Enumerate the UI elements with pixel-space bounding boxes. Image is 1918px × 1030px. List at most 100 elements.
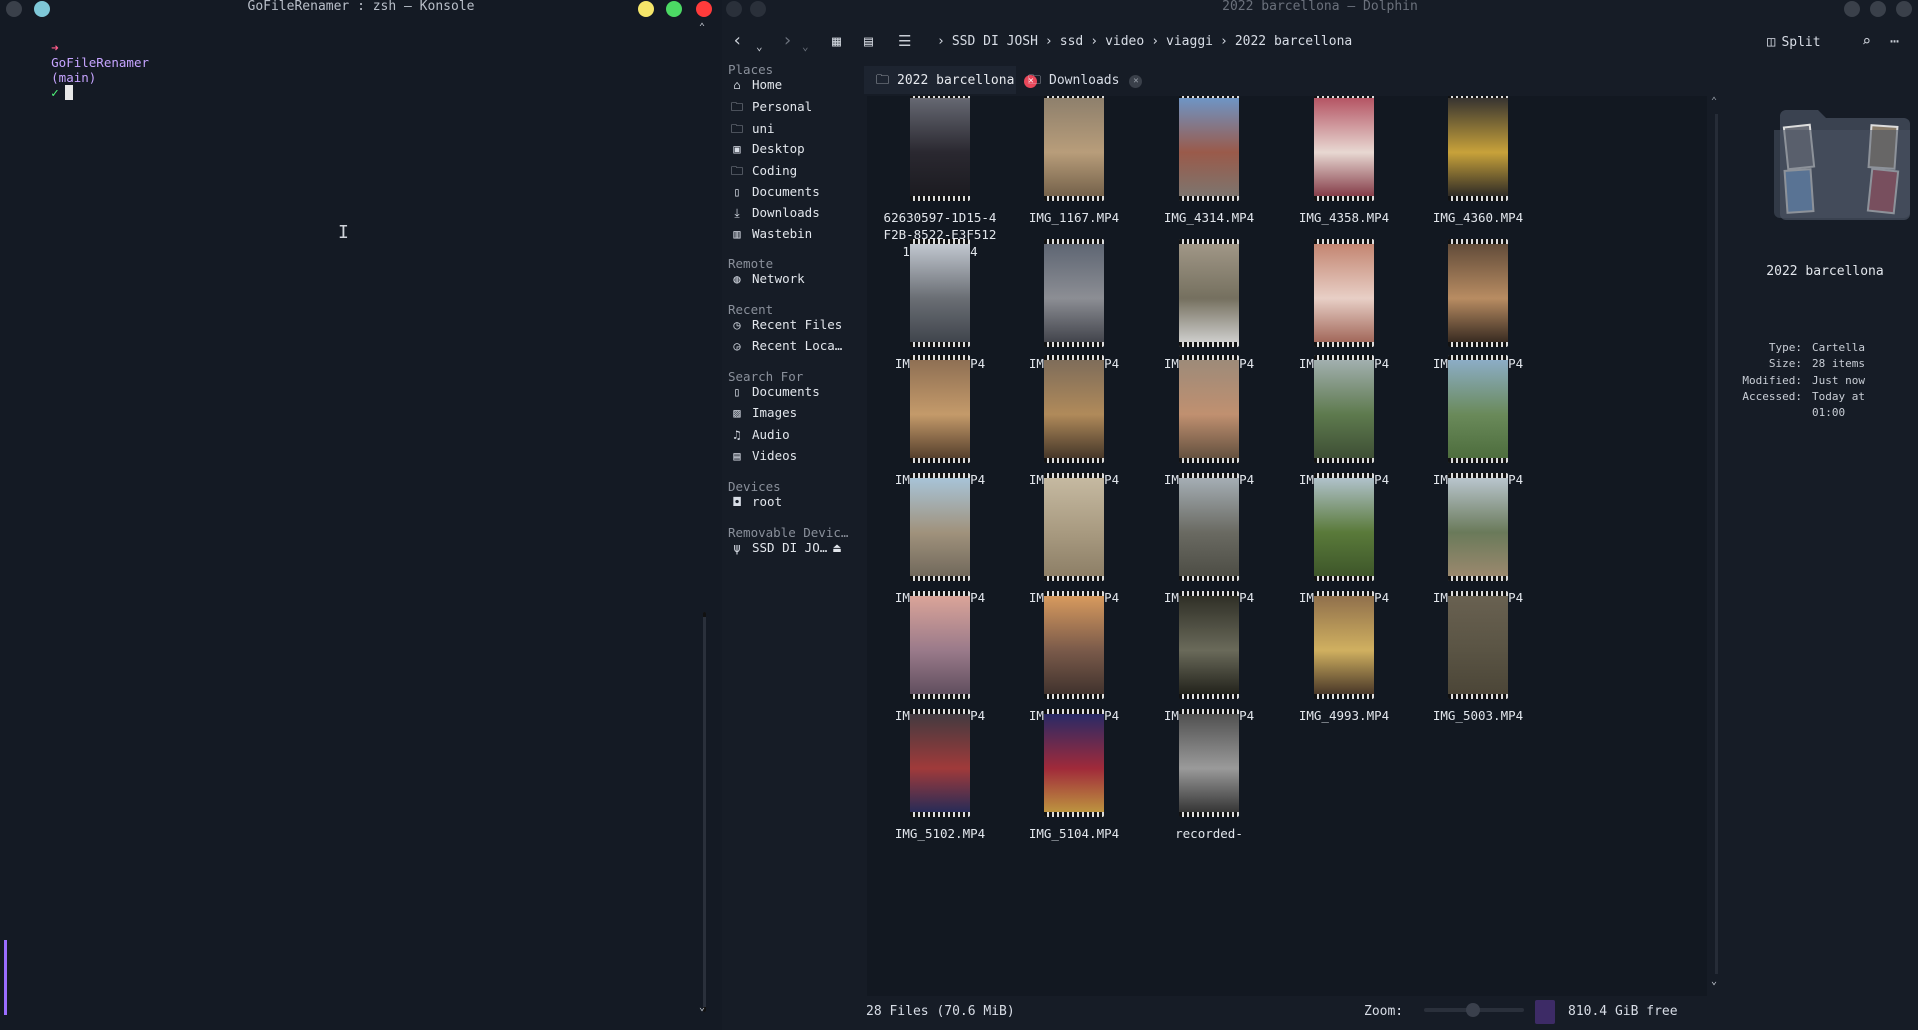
scroll-up-icon[interactable]: ⌃ (1711, 96, 1717, 107)
back-icon[interactable]: ‹ (732, 30, 743, 52)
file-item[interactable]: IMG_4778.MP4 (880, 473, 1000, 606)
file-item[interactable]: IMG_4779.MP4 (1014, 473, 1134, 606)
file-view[interactable]: 62630597-1D15-4F2B-8522-E3F5121424E5.MP4… (867, 96, 1707, 996)
minimize-button[interactable] (638, 1, 654, 17)
maximize-button[interactable] (666, 1, 682, 17)
close-button[interactable] (1896, 1, 1912, 17)
file-item[interactable]: IMG_5104.MP4 (1014, 709, 1134, 842)
file-item[interactable]: 62630597-1D15-4F2B-8522-E3F5121424E5.MP4 (880, 96, 1000, 260)
forward-icon[interactable]: › (782, 30, 793, 52)
info-key: Size: (1768, 357, 1802, 371)
file-item[interactable]: IMG_4390.MP4 (1014, 239, 1134, 372)
split-button[interactable]: ◫ Split (1767, 34, 1821, 50)
breadcrumb-ssd[interactable]: ssd (1060, 34, 1083, 49)
tab-2022-barcellona[interactable]: 🗀 2022 barcellona ✕ (864, 66, 1038, 94)
scrollbar-thumb[interactable] (1715, 114, 1718, 974)
sidebar-item-home[interactable]: ⌂ Home (728, 77, 858, 99)
scroll-down-icon[interactable]: ⌄ (699, 1002, 705, 1013)
breadcrumb-current[interactable]: 2022 barcellona (1235, 34, 1352, 49)
scrollbar-thumb[interactable] (703, 612, 706, 1012)
file-item[interactable]: IMG_4314.MP4 (1149, 96, 1269, 226)
breadcrumb-ssd-di-josh[interactable]: SSD DI JOSH (952, 34, 1038, 49)
konsole-window: GoFileRenamer : zsh — Konsole ➜ GoFileRe… (0, 0, 722, 1030)
menu-icon[interactable]: ⋯ (1890, 30, 1899, 52)
minimize-button[interactable] (1844, 1, 1860, 17)
sidebar-item-coding[interactable]: 🗀 Coding (728, 162, 858, 184)
sidebar-item-desktop[interactable]: ▣ Desktop (728, 141, 858, 163)
section-search: Search For (728, 369, 804, 384)
file-item[interactable]: IMG_4960.MP4 (1014, 591, 1134, 724)
file-item[interactable]: IMG_4748.MP4 (1284, 239, 1404, 372)
file-item[interactable]: IMG_4959.MP4 (880, 591, 1000, 724)
sidebar-item-audio[interactable]: ♫ Audio (728, 427, 858, 449)
sidebar-item-documents[interactable]: ▯ Documents (728, 184, 858, 206)
breadcrumb-video[interactable]: video (1105, 34, 1144, 49)
dolphin-titlebar: 2022 barcellona — Dolphin (722, 0, 1918, 17)
sidebar-item-ssd-di-jo[interactable]: ψ SSD DI JO… ⏏ (728, 540, 858, 562)
chevron-down-icon[interactable]: ⌄ (802, 36, 809, 58)
terminal-area[interactable]: ➜ GoFileRenamer (main) ✓ I (0, 22, 700, 1022)
file-item[interactable]: IMG_4978.MP4 (1149, 591, 1269, 724)
breadcrumb-viaggi[interactable]: viaggi (1166, 34, 1213, 49)
file-item[interactable]: IMG_4938.MP4 (1418, 473, 1538, 606)
video-thumbnail (1179, 591, 1239, 699)
close-tab-icon[interactable]: ✕ (1129, 75, 1143, 88)
sidebar-item-network[interactable]: ◍ Network (728, 271, 858, 293)
zoom-slider-handle[interactable] (1466, 1003, 1480, 1017)
sidebar-item-images[interactable]: ▨ Images (728, 405, 858, 427)
file-name: IMG_4993.MP4 (1298, 708, 1390, 723)
file-item[interactable]: IMG_4776.MP4 (1418, 355, 1538, 488)
file-item[interactable]: IMG_4756.MP4 (880, 355, 1000, 488)
file-item[interactable]: IMG_5003.MP4 (1418, 591, 1538, 724)
file-view-scrollbar[interactable]: ⌃ ⌄ (1710, 96, 1724, 996)
file-name: IMG_4314.MP4 (1163, 210, 1255, 225)
folder-icon: 🗀 (730, 164, 743, 179)
file-item[interactable]: IMG_5102.MP4 (880, 709, 1000, 842)
sidebar-item-label: Recent Loca… (752, 338, 843, 354)
file-item[interactable]: IMG_4780.MP4 (1149, 473, 1269, 606)
sidebar-item-wastebin[interactable]: ▥ Wastebin (728, 226, 858, 248)
file-name: IMG_1167.MP4 (1028, 210, 1120, 225)
file-item[interactable]: IMG_4758.MP4 (1149, 355, 1269, 488)
dolphin-window: 2022 barcellona — Dolphin ‹ ⌄ › ⌄ ▦ ▤ ☰ … (722, 0, 1918, 1030)
file-item[interactable]: IMG_4937.MP4 (1284, 473, 1404, 606)
file-item[interactable]: IMG_4360.MP4 (1418, 96, 1538, 226)
chevron-down-icon[interactable]: ⌄ (756, 36, 763, 58)
eject-icon[interactable]: ⏏ (833, 540, 841, 555)
video-thumbnail (1044, 709, 1104, 817)
sidebar-item-root[interactable]: ◘ root (728, 494, 858, 516)
sidebar-item-recent-files[interactable]: ◷ Recent Files (728, 317, 858, 339)
file-item[interactable]: IMG_4389.MP4 (880, 239, 1000, 372)
file-count-label: 28 Files (70.6 MiB) (866, 1004, 1015, 1019)
maximize-button[interactable] (1870, 1, 1886, 17)
sidebar-item-uni[interactable]: 🗀 uni (728, 120, 858, 142)
file-item[interactable]: IMG_4755.MP4 (1418, 239, 1538, 372)
file-item[interactable]: recorded- (1149, 709, 1269, 842)
file-item[interactable]: IMG_4392.MP4 (1149, 239, 1269, 372)
icons-view-icon[interactable]: ▦ (832, 30, 841, 52)
file-item[interactable]: IMG_4775.MP4 (1284, 355, 1404, 488)
details-view-icon[interactable]: ☰ (898, 30, 911, 52)
tab-downloads[interactable]: 🗀 Downloads ✕ (1016, 66, 1146, 94)
sidebar-item-recent-loca[interactable]: ◶ Recent Loca… (728, 338, 858, 360)
compact-view-icon[interactable]: ▤ (864, 30, 873, 52)
folder-icon: 🗀 (876, 73, 890, 88)
close-button[interactable] (696, 1, 712, 17)
search-icon[interactable]: ⌕ (1862, 30, 1871, 52)
terminal-scrollbar[interactable]: ⌃ ⌄ (697, 22, 713, 1030)
file-item[interactable]: IMG_1167.MP4 (1014, 96, 1134, 226)
sidebar-item-label: Coding (752, 163, 798, 179)
sidebar-item-videos[interactable]: ▤ Videos (728, 448, 858, 470)
scroll-down-icon[interactable]: ⌄ (1711, 976, 1717, 987)
video-thumbnail (1314, 355, 1374, 463)
sidebar-item-personal[interactable]: 🗀 Personal (728, 98, 858, 120)
sidebar-item-downloads[interactable]: ⤓ Downloads (728, 205, 858, 227)
tab-bar: 🗀 2022 barcellona ✕ 🗀 Downloads ✕ (864, 66, 1430, 94)
sidebar-item-documents[interactable]: ▯ Documents (728, 384, 858, 406)
scroll-up-icon[interactable]: ⌃ (699, 22, 705, 33)
section-devices: Devices (728, 479, 781, 494)
video-thumbnail (1179, 473, 1239, 581)
file-item[interactable]: IMG_4358.MP4 (1284, 96, 1404, 226)
file-item[interactable]: IMG_4757.MP4 (1014, 355, 1134, 488)
file-item[interactable]: IMG_4993.MP4 (1284, 591, 1404, 724)
